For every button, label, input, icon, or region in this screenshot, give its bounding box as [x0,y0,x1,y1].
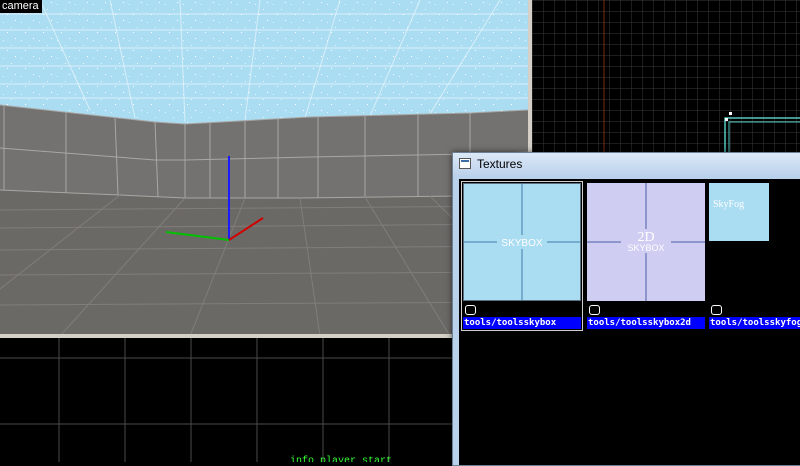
camera-scene [0,0,528,336]
side-grid [0,338,456,462]
texture-checkbox[interactable] [589,305,600,315]
camera-viewport-label: camera [0,0,42,13]
texture-item-toolsskyfog[interactable]: SkyFog tools/toolsskyfog [709,183,800,331]
texture-thumbnail: 2D SKYBOX [587,183,705,301]
texture-item-toolsskybox2d[interactable]: 2D SKYBOX tools/toolsskybox2d [587,183,705,331]
svg-text:SkyFog: SkyFog [713,199,744,210]
textures-titlebar[interactable]: Textures [453,153,800,175]
camera-viewport[interactable]: camera [0,0,528,336]
texture-thumbnail: SKYBOX [463,183,581,301]
window-icon [459,158,471,169]
texture-thumbnail: SkyFog [709,183,769,241]
texture-checkbox[interactable] [711,305,722,315]
side-viewport[interactable]: info_player_start [0,338,456,462]
texture-item-toolsskybox[interactable]: SKYBOX tools/toolsskybox [461,181,583,331]
texture-name-label: tools/toolsskybox2d [587,317,705,329]
entity-label[interactable]: info_player_start [290,456,392,462]
texture-name-label: tools/toolsskyfog [709,317,800,329]
textures-window-title: Textures [477,157,523,171]
texture-checkbox[interactable] [465,305,476,315]
svg-text:SKYBOX: SKYBOX [501,238,542,249]
entity-handle [729,112,732,115]
svg-text:SKYBOX: SKYBOX [627,243,664,253]
texture-browser[interactable]: SKYBOX tools/toolsskybox 2D SKYBOX tools… [459,179,800,465]
texture-name-label: tools/toolsskybox [463,317,581,329]
textures-window[interactable]: Textures SKYBOX tools/toolsskybox 2D SKY [452,152,800,466]
